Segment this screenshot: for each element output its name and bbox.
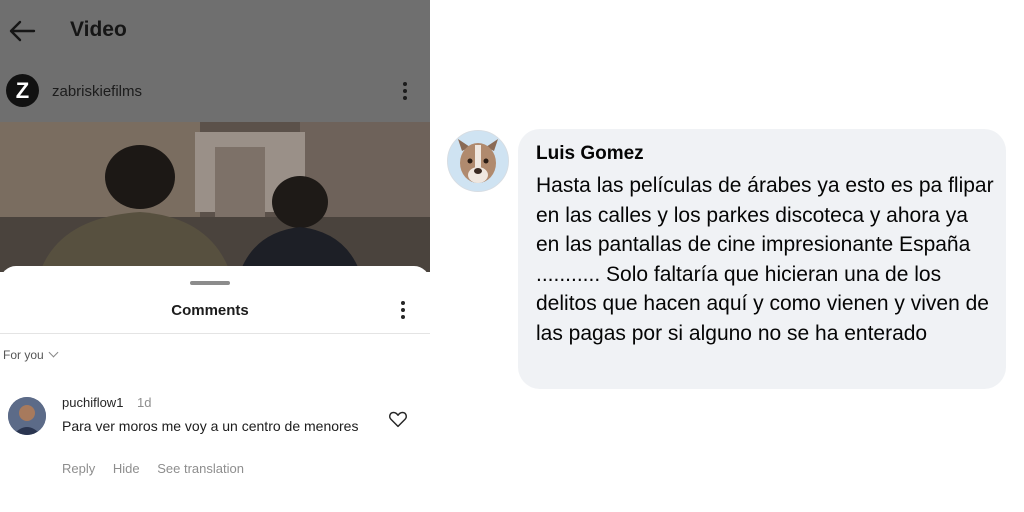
video-frame-image <box>0 122 430 272</box>
avatar[interactable] <box>8 397 46 435</box>
heart-icon[interactable] <box>388 410 408 428</box>
back-arrow-icon[interactable] <box>8 18 38 44</box>
video-player[interactable] <box>0 122 430 272</box>
chevron-down-icon <box>48 347 59 358</box>
comment-timestamp: 1d <box>137 395 152 410</box>
profile-logo[interactable]: Z <box>6 74 39 107</box>
avatar[interactable] <box>447 130 509 192</box>
divider <box>0 333 430 334</box>
comment-username[interactable]: puchiflow1 <box>62 395 123 410</box>
drag-handle[interactable] <box>190 281 230 285</box>
comment-text: Hasta las películas de árabes ya esto es… <box>536 174 994 345</box>
dog-avatar-image <box>448 131 508 191</box>
page-title: Video <box>70 18 127 41</box>
comment-bubble: Luis Gomez Hasta las películas de árabes… <box>518 129 1006 389</box>
comments-options-icon[interactable] <box>395 299 411 325</box>
more-options-icon[interactable] <box>397 80 413 106</box>
commenter-name[interactable]: Luis Gomez <box>536 143 644 165</box>
video-header: Video Z zabriskiefilms <box>0 0 430 122</box>
filter-label: For you <box>3 348 44 362</box>
instagram-screenshot: Video Z zabriskiefilms Comments For you … <box>0 0 430 512</box>
reply-button[interactable]: Reply <box>62 461 95 476</box>
comment-filter-dropdown[interactable]: For you <box>3 347 59 362</box>
comment-actions: Reply Hide See translation <box>62 461 258 476</box>
comment-text: Para ver moros me voy a un centro de men… <box>62 418 359 434</box>
hide-button[interactable]: Hide <box>113 461 140 476</box>
see-translation-button[interactable]: See translation <box>157 461 244 476</box>
comments-sheet: Comments For you puchiflow1 1d Para ver … <box>0 266 430 512</box>
profile-username[interactable]: zabriskiefilms <box>52 83 142 100</box>
comments-title: Comments <box>171 302 249 319</box>
